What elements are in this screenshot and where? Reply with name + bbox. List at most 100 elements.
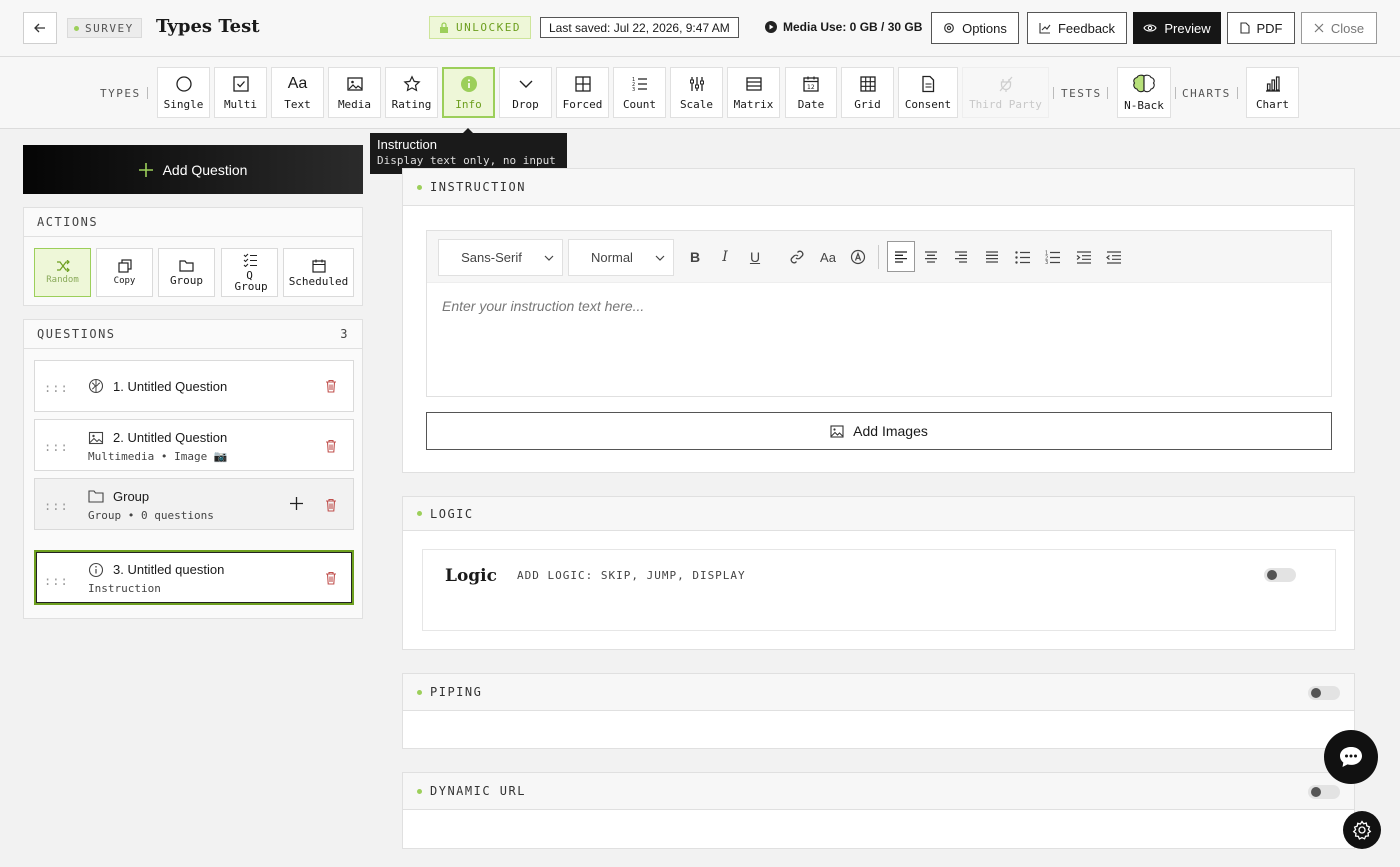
- type-date-button[interactable]: 12 Date: [785, 67, 837, 118]
- preview-button[interactable]: Preview: [1133, 12, 1221, 44]
- question-item[interactable]: ::: 2. Untitled Question Multimedia • Im…: [34, 419, 354, 471]
- q-group-button[interactable]: Q Group: [221, 248, 278, 297]
- piping-header: PIPING: [403, 674, 1354, 711]
- type-consent-button[interactable]: Consent: [898, 67, 958, 118]
- numbered-list-icon[interactable]: 123: [1042, 247, 1062, 267]
- link-icon[interactable]: [787, 247, 807, 267]
- close-label: Close: [1330, 20, 1365, 36]
- type-multi-button[interactable]: Multi: [214, 67, 267, 118]
- questions-header: QUESTIONS 3: [24, 320, 362, 349]
- chat-bubble-icon: [1340, 747, 1362, 767]
- chat-button[interactable]: [1324, 730, 1378, 784]
- chevron-down-icon: [655, 255, 665, 261]
- preview-label: Preview: [1164, 20, 1211, 36]
- plus-icon[interactable]: [290, 497, 303, 510]
- font-size-select[interactable]: Normal: [568, 239, 674, 276]
- align-center-icon[interactable]: [921, 247, 941, 267]
- trash-icon[interactable]: [325, 498, 337, 512]
- text-color-icon[interactable]: [848, 247, 868, 267]
- add-question-button[interactable]: Add Question: [23, 145, 363, 194]
- trash-icon[interactable]: [325, 439, 337, 453]
- type-grid-button[interactable]: Grid: [841, 67, 894, 118]
- font-size-value: Normal: [591, 250, 633, 265]
- italic-icon[interactable]: I: [715, 247, 735, 267]
- status-dot-icon: [417, 511, 422, 516]
- q-group-label: Q Group: [234, 269, 268, 293]
- text-size-icon[interactable]: Aa: [818, 247, 838, 267]
- type-drop-button[interactable]: Drop: [499, 67, 552, 118]
- type-third-party-label: Third Party: [969, 97, 1042, 111]
- instruction-card: INSTRUCTION Sans-Serif Normal B I U Aa 1…: [402, 168, 1355, 473]
- scheduled-button[interactable]: Scheduled: [283, 248, 354, 297]
- font-family-select[interactable]: Sans-Serif: [438, 239, 563, 276]
- editor-toolbar: Sans-Serif Normal B I U Aa 1 2 3: [427, 231, 1331, 283]
- group-title: Group: [113, 489, 150, 504]
- underline-icon[interactable]: U: [745, 247, 765, 267]
- type-single-button[interactable]: Single: [157, 67, 210, 118]
- logic-subtitle: ADD LOGIC: SKIP, JUMP, DISPLAY: [517, 569, 746, 582]
- piping-toggle[interactable]: [1308, 686, 1340, 700]
- type-text-button[interactable]: Aa Text: [271, 67, 324, 118]
- drag-handle-icon[interactable]: :::: [44, 574, 69, 588]
- options-button[interactable]: Options: [931, 12, 1019, 44]
- options-label: Options: [962, 20, 1007, 36]
- toolbar-divider: [1107, 87, 1108, 99]
- drag-handle-icon[interactable]: :::: [44, 499, 69, 513]
- add-images-button[interactable]: Add Images: [426, 412, 1332, 450]
- outdent-icon[interactable]: [1103, 247, 1123, 267]
- copy-button[interactable]: Copy: [96, 248, 153, 297]
- type-info-label: Info: [455, 97, 482, 111]
- dynamic-url-toggle[interactable]: [1308, 785, 1340, 799]
- type-scale-button[interactable]: Scale: [670, 67, 723, 118]
- media-use-label: Media Use: 0 GB / 30 GB: [783, 20, 923, 34]
- indent-icon[interactable]: [1073, 247, 1093, 267]
- test-nback-button[interactable]: N-Back: [1117, 67, 1171, 118]
- trash-icon[interactable]: [325, 379, 337, 393]
- drag-handle-icon[interactable]: :::: [44, 440, 69, 454]
- table-icon: [859, 75, 876, 92]
- type-date-label: Date: [797, 97, 825, 111]
- back-button[interactable]: [23, 12, 57, 44]
- status-dot-icon: [74, 25, 79, 31]
- align-left-icon[interactable]: [887, 241, 915, 272]
- type-info-button[interactable]: Info: [442, 67, 495, 118]
- toolbar-divider: [1237, 87, 1238, 99]
- question-title: 3. Untitled question: [113, 562, 225, 577]
- logic-toggle[interactable]: [1264, 568, 1296, 582]
- drag-handle-icon[interactable]: :::: [44, 381, 69, 395]
- trash-icon[interactable]: [325, 571, 337, 585]
- type-third-party-button: Third Party: [962, 67, 1049, 118]
- type-text-label: Text: [284, 97, 311, 111]
- bullet-list-icon[interactable]: [1012, 247, 1032, 267]
- calendar-icon: [311, 259, 326, 273]
- bold-icon[interactable]: B: [685, 247, 705, 267]
- type-rating-button[interactable]: Rating: [385, 67, 438, 118]
- question-group-item[interactable]: ::: Group Group • 0 questions: [34, 478, 354, 530]
- add-question-label: Add Question: [162, 161, 248, 178]
- type-media-button[interactable]: Media: [328, 67, 381, 118]
- instruction-text-input[interactable]: Enter your instruction text here...: [442, 298, 644, 314]
- play-circle-icon: [765, 21, 777, 33]
- align-right-icon[interactable]: [951, 247, 971, 267]
- random-label: Random: [46, 274, 79, 285]
- random-button[interactable]: Random: [34, 248, 91, 297]
- type-drop-label: Drop: [512, 97, 539, 111]
- instruction-label: INSTRUCTION: [430, 180, 526, 194]
- question-item-selected[interactable]: ::: 3. Untitled question Instruction: [34, 550, 354, 605]
- settings-button[interactable]: [1343, 811, 1381, 849]
- align-justify-icon[interactable]: [982, 247, 1002, 267]
- feedback-button[interactable]: Feedback: [1027, 12, 1127, 44]
- type-matrix-button[interactable]: Matrix: [727, 67, 780, 118]
- piping-card: PIPING: [402, 673, 1355, 749]
- close-button[interactable]: Close: [1301, 12, 1377, 44]
- media-use: Media Use: 0 GB / 30 GB: [765, 20, 922, 34]
- type-count-button[interactable]: 123 Count: [613, 67, 666, 118]
- chart-button[interactable]: Chart: [1246, 67, 1299, 118]
- unlocked-badge[interactable]: UNLOCKED: [429, 16, 531, 39]
- question-item[interactable]: ::: 1. Untitled Question: [34, 360, 354, 412]
- type-forced-button[interactable]: Forced: [556, 67, 609, 118]
- group-button[interactable]: Group: [158, 248, 215, 297]
- pdf-button[interactable]: PDF: [1227, 12, 1295, 44]
- logic-label: LOGIC: [430, 506, 474, 521]
- instruction-header: INSTRUCTION: [403, 169, 1354, 206]
